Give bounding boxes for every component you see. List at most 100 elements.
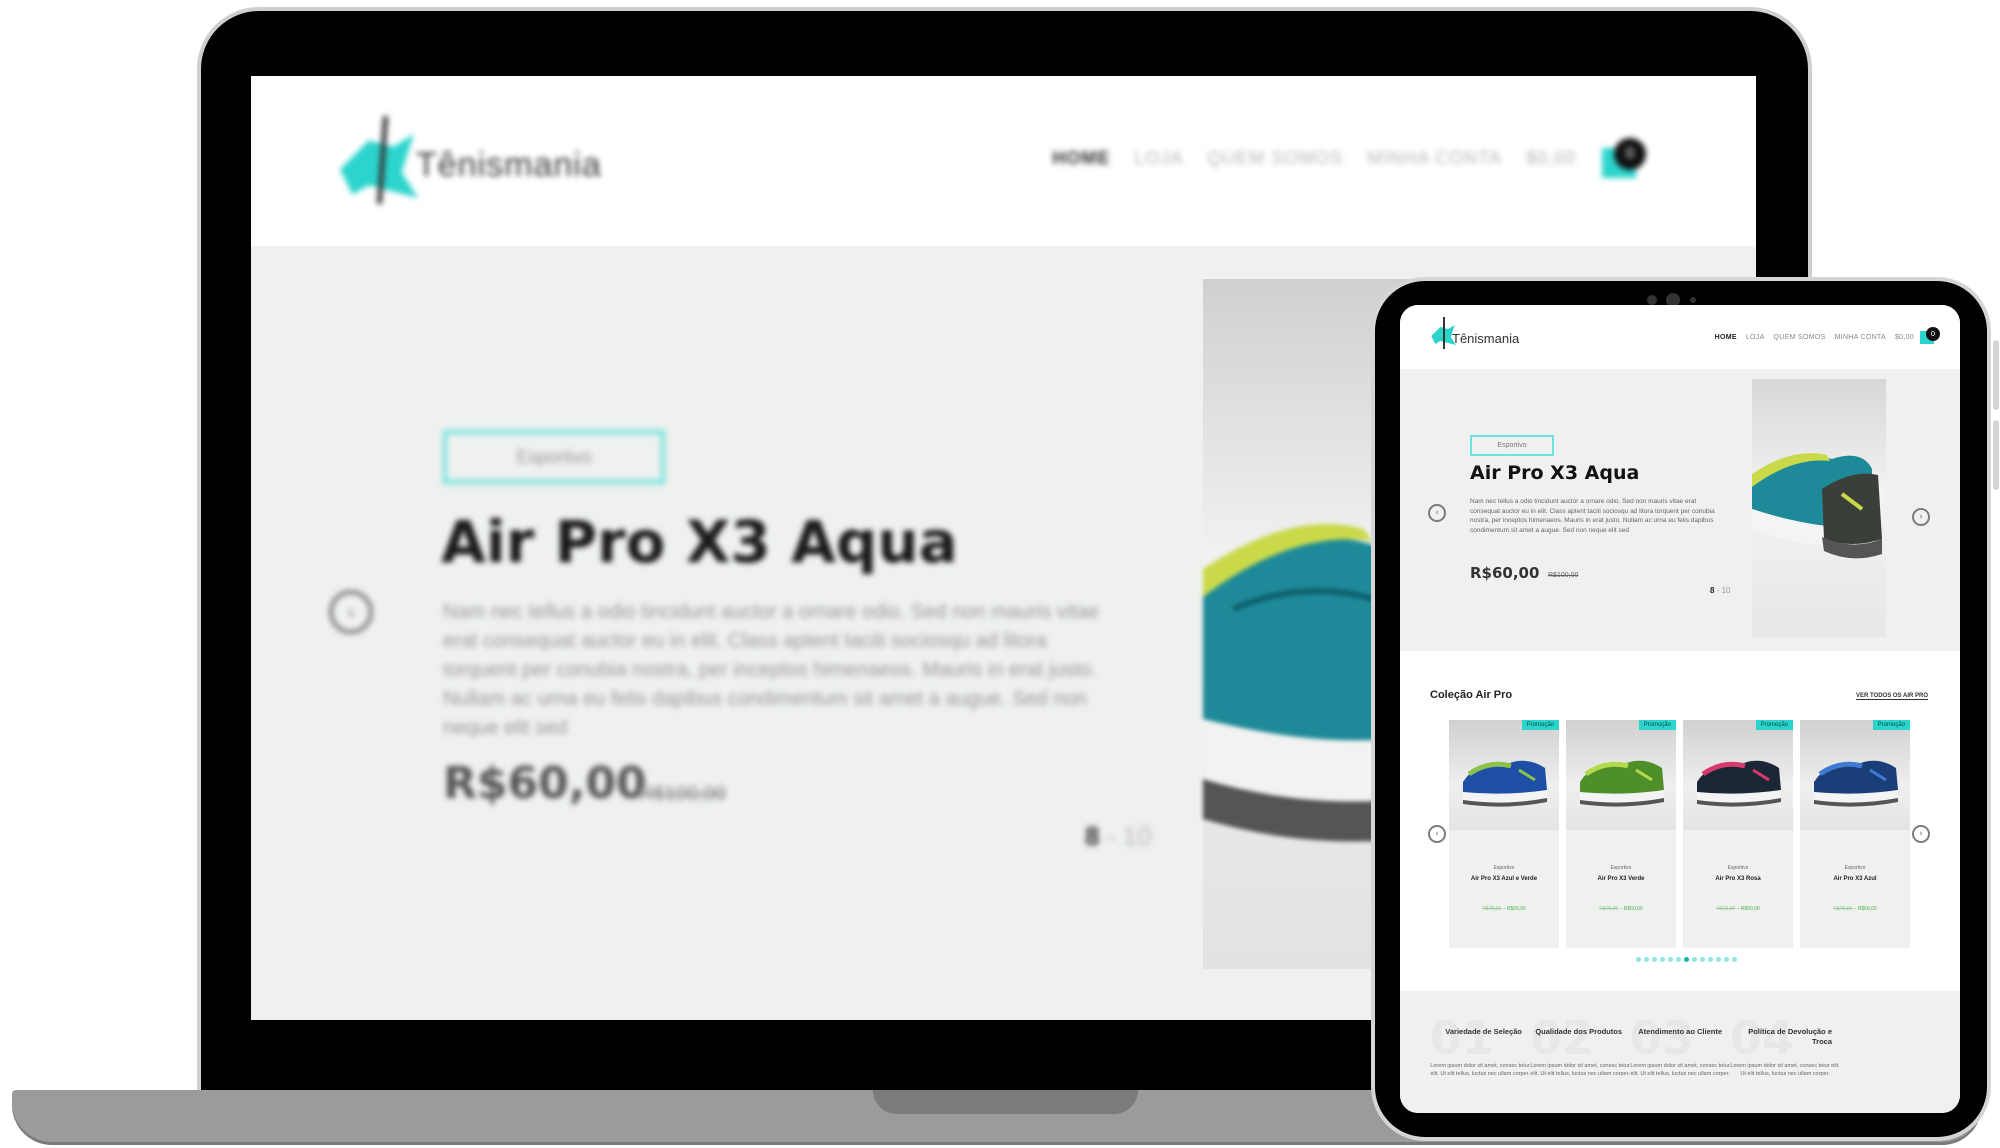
feature-description: Lorem ipsum dolor sit amet, consec tetur… — [1530, 1063, 1630, 1077]
product-prices: R$75,00 – R$60,00 — [1683, 906, 1793, 912]
feature-description: Lorem ipsum dolor sit amet, consec tetur… — [1630, 1063, 1730, 1077]
product-name[interactable]: Air Pro X3 Verde — [1576, 875, 1666, 883]
product-price: R$60,00 — [1506, 906, 1526, 912]
cart-count-badge: 0 — [1926, 327, 1940, 341]
product-prices: R$75,00 – R$60,00 — [1449, 906, 1559, 912]
collection-title: Coleção Air Pro — [1430, 689, 1513, 701]
feature-title: Política de Devolução e Troca — [1748, 1027, 1832, 1046]
carousel-dot[interactable] — [1676, 957, 1681, 962]
see-all-link[interactable]: VER TODOS OS AIR PRO — [1855, 693, 1928, 700]
product-name[interactable]: Air Pro X3 Rosa — [1693, 875, 1783, 883]
product-category: Esportivo — [1727, 865, 1749, 871]
nav-item-cart-total[interactable]: $0,00 — [1895, 334, 1914, 341]
hero-description: Nam nec tellus a odio tincidunt auctor a… — [443, 601, 1099, 739]
feature-item: 02 Qualidade dos Produtos Lorem ipsum dolo… — [1530, 1011, 1630, 1111]
feature-item: 04 Política de Devolução e Troca Lorem ips… — [1730, 1011, 1840, 1111]
collection-prev-button[interactable]: ‹ — [1428, 825, 1446, 843]
product-old-price: R$75,00 — [1599, 906, 1619, 912]
chevron-left-icon: ‹ — [347, 600, 355, 624]
hero-category-badge: Esportivo — [1470, 435, 1554, 456]
chevron-left-icon: ‹ — [1435, 508, 1439, 518]
laptop-notch — [873, 1090, 1138, 1114]
carousel-dot[interactable] — [1652, 957, 1657, 962]
cart-button[interactable]: 0 — [1920, 327, 1940, 345]
logo-racket-icon — [1443, 317, 1445, 349]
product-card[interactable]: Promoção Esportivo Air Pro X3 Azul R$75,00 … — [1800, 720, 1910, 948]
brand-name[interactable]: Tênismania — [1452, 331, 1519, 346]
feature-item: 01 Variedade de Seleção Lorem ipsum dolor … — [1430, 1011, 1530, 1111]
carousel-dot[interactable] — [1684, 957, 1689, 962]
hero-price: R$60,00 — [443, 758, 647, 809]
hero-slide-counter: 8 - 10 — [1085, 821, 1152, 852]
feature-description: Lorem ipsum dolor sit amet, consec tetur… — [1730, 1063, 1840, 1077]
carousel-dot[interactable] — [1708, 957, 1713, 962]
product-image[interactable] — [1800, 720, 1910, 830]
product-card[interactable]: Promoção Esportivo Air Pro X3 Rosa R$75,00 … — [1683, 720, 1793, 948]
hero-price: R$60,00 — [1470, 564, 1540, 582]
carousel-dots — [1636, 957, 1737, 962]
promo-badge: Promoção — [1521, 720, 1559, 730]
slide-separator: - — [1106, 821, 1123, 851]
hero-title: Air Pro X3 Aqua — [441, 508, 958, 576]
product-card[interactable]: Promoção Esportivo Air Pro X3 Azul e Verde… — [1449, 720, 1559, 948]
tablet-light-sensor — [1690, 297, 1696, 303]
tablet-hero-slider: ‹ › Esportivo Air Pro X3 Aqua Nam nec te… — [1400, 369, 1960, 651]
carousel-dot[interactable] — [1732, 957, 1737, 962]
tablet-site-header: Tênismania HOME LOJA QUEM SOMOS MINHA CO… — [1400, 305, 1960, 369]
promo-badge: Promoção — [1872, 720, 1910, 730]
product-image[interactable] — [1683, 720, 1793, 830]
slide-total: 10 — [1721, 586, 1731, 595]
product-price: R$60,00 — [1623, 906, 1643, 912]
product-image[interactable] — [1449, 720, 1559, 830]
product-name[interactable]: Air Pro X3 Azul — [1810, 875, 1900, 883]
feature-number: 03 — [1630, 1011, 1695, 1065]
tablet-volume-up-button — [1993, 340, 1999, 410]
nav-item-home[interactable]: HOME — [1715, 334, 1737, 341]
promo-badge: Promoção — [1638, 720, 1676, 730]
carousel-dot[interactable] — [1692, 957, 1697, 962]
carousel-dot[interactable] — [1716, 957, 1721, 962]
nav-item-about[interactable]: QUEM SOMOS — [1774, 334, 1826, 341]
feature-description: Lorem ipsum dolor sit amet, consec tetur… — [1430, 1063, 1530, 1077]
slide-current: 8 — [1085, 821, 1100, 851]
hero-old-price: R$100,00 — [639, 783, 726, 805]
carousel-dot[interactable] — [1644, 957, 1649, 962]
feature-title: Variedade de Seleção — [1445, 1027, 1522, 1036]
carousel-dot[interactable] — [1724, 957, 1729, 962]
slide-total: 10 — [1122, 821, 1152, 851]
chevron-left-icon: ‹ — [1435, 829, 1439, 839]
sneaker-illustration — [1580, 760, 1664, 807]
slide-current: 8 — [1710, 586, 1715, 595]
hero-next-button[interactable]: › — [1912, 508, 1930, 526]
hero-category-badge: Esportivo — [443, 430, 665, 484]
feature-title: Qualidade dos Produtos — [1535, 1027, 1622, 1036]
carousel-dot[interactable] — [1636, 957, 1641, 962]
product-category: Esportivo — [1610, 865, 1632, 871]
hero-title: Air Pro X3 Aqua — [1470, 462, 1640, 484]
product-name[interactable]: Air Pro X3 Azul e Verde — [1459, 875, 1549, 883]
product-image[interactable] — [1566, 720, 1676, 830]
hero-prev-button[interactable]: ‹ — [1428, 504, 1446, 522]
tablet-sensor — [1647, 295, 1657, 305]
carousel-dot[interactable] — [1660, 957, 1665, 962]
promo-badge: Promoção — [1755, 720, 1793, 730]
sneaker-illustration — [1814, 760, 1898, 807]
product-price: R$60,00 — [1740, 906, 1760, 912]
collection-next-button[interactable]: › — [1912, 825, 1930, 843]
nav-item-shop[interactable]: LOJA — [1746, 334, 1765, 341]
carousel-dot[interactable] — [1700, 957, 1705, 962]
hero-old-price: R$100,00 — [1548, 572, 1579, 579]
product-old-price: R$75,00 — [1482, 906, 1502, 912]
hero-prev-button[interactable]: ‹ — [329, 590, 373, 634]
product-category: Esportivo — [1844, 865, 1866, 871]
chevron-right-icon: › — [1919, 512, 1923, 522]
sneaker-illustration — [1463, 760, 1547, 807]
tablet-main-nav: HOME LOJA QUEM SOMOS MINHA CONTA $0,00 — [1715, 334, 1914, 341]
product-card[interactable]: Promoção Esportivo Air Pro X3 Verde R$75,00… — [1566, 720, 1676, 948]
hero-description: Nam nec tellus a odio tincidunt auctor a… — [1470, 498, 1715, 534]
carousel-dot[interactable] — [1668, 957, 1673, 962]
feature-number: 02 — [1530, 1011, 1595, 1065]
nav-item-account[interactable]: MINHA CONTA — [1835, 334, 1886, 341]
product-price: R$60,00 — [1857, 906, 1877, 912]
sneaker-illustration — [1752, 453, 1882, 559]
